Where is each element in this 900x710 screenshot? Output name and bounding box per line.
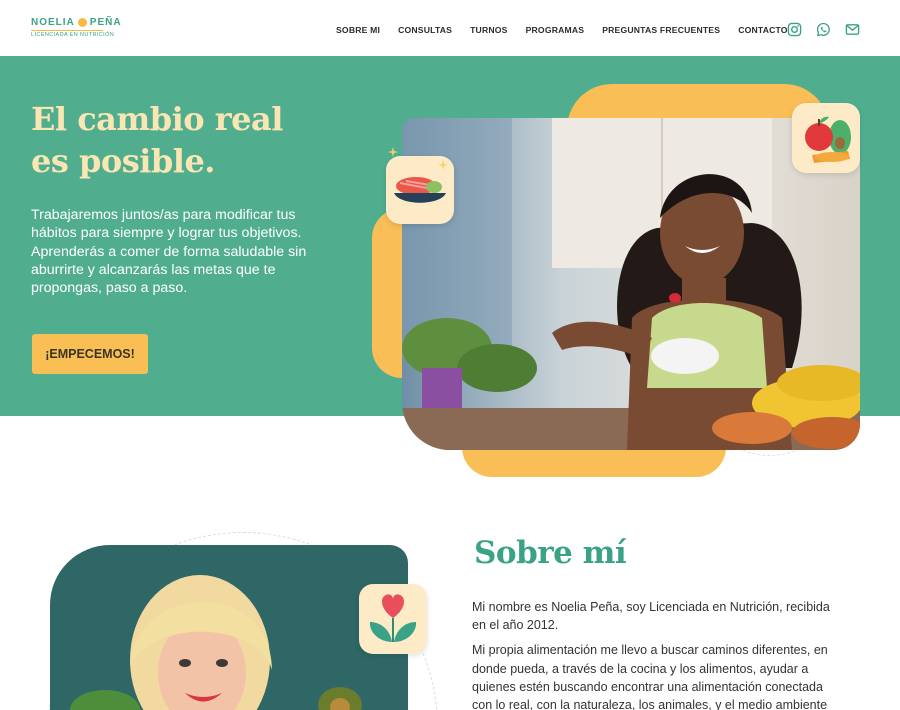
nav-item-preguntas-frecuentes[interactable]: PREGUNTAS FRECUENTES (602, 25, 720, 35)
site-header: NOELIA PEÑA LICENCIADA EN NUTRICIÓN SOBR… (0, 0, 900, 56)
about-description: Mi nombre es Noelia Peña, soy Licenciada… (472, 598, 844, 710)
about-photo-illustration (50, 545, 408, 710)
about-photo (50, 545, 408, 710)
hero-title-line-1: El cambio real (31, 100, 283, 138)
heart-leaves-icon (369, 594, 417, 642)
about-paragraph-2: Mi propia alimentación me llevo a buscar… (472, 643, 828, 710)
nav-item-contacto[interactable]: CONTACTO (738, 25, 788, 35)
about-title: Sobre mí (474, 535, 627, 571)
logo-last-name: PEÑA (89, 17, 122, 28)
brand-logo[interactable]: NOELIA PEÑA LICENCIADA EN NUTRICIÓN (31, 17, 122, 38)
logo-dot-icon (77, 18, 87, 27)
logo-subtitle: LICENCIADA EN NUTRICIÓN (31, 32, 115, 38)
main-nav: SOBRE MI CONSULTAS TURNOS PROGRAMAS PREG… (336, 25, 788, 35)
logo-divider (31, 30, 103, 31)
instagram-icon[interactable] (787, 22, 802, 37)
about-paragraph-1: Mi nombre es Noelia Peña, soy Licenciada… (472, 600, 830, 633)
nav-item-turnos[interactable]: TURNOS (470, 25, 507, 35)
mail-icon[interactable] (845, 22, 860, 37)
sparkle-icon (388, 147, 398, 157)
apple-avocado-icon (805, 116, 851, 163)
logo-name: NOELIA PEÑA (31, 17, 122, 28)
hero-title: El cambio real es posible. (31, 98, 351, 182)
fruits-icon (792, 103, 860, 173)
whatsapp-icon[interactable] (816, 22, 831, 37)
social-links (787, 22, 860, 37)
nav-item-sobre-mi[interactable]: SOBRE MI (336, 25, 380, 35)
heart-plant-icon (359, 584, 427, 654)
nav-item-programas[interactable]: PROGRAMAS (526, 25, 585, 35)
nav-item-consultas[interactable]: CONSULTAS (398, 25, 452, 35)
start-button[interactable]: ¡EMPECEMOS! (32, 334, 148, 374)
hero-description: Trabajaremos juntos/as para modificar tu… (31, 207, 307, 297)
logo-first-name: NOELIA (31, 17, 75, 28)
hero-title-line-2: es posible. (31, 142, 215, 180)
sparkle-icon (438, 160, 448, 170)
